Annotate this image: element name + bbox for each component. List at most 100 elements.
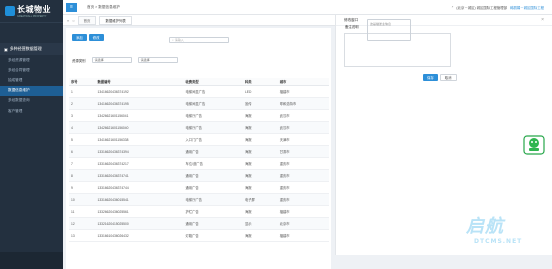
subcategory-select[interactable]: 请选择 — [137, 57, 178, 63]
col-category[interactable]: 科类 — [242, 78, 278, 86]
table-cell: 2 — [69, 97, 96, 110]
sidebar-group-header[interactable]: ▣ 多种经营数据管理 — [0, 43, 63, 55]
col-city[interactable]: 城市 — [277, 78, 329, 86]
filter-label: 资源类别 — [72, 58, 86, 63]
table-row[interactable]: 6 13316620436374394 通用广告 海报 甘肃市 — [69, 145, 329, 158]
table-cell: 重庆市 — [277, 169, 329, 182]
table-cell: 显示 — [242, 217, 278, 230]
search-input[interactable]: ⌕ 请输入 — [169, 37, 229, 43]
table-cell: 海报 — [242, 157, 278, 170]
col-fee-type[interactable]: 收费类型 — [183, 78, 243, 86]
table-cell: 甘肃市 — [277, 145, 329, 158]
table-cell: 3 — [69, 109, 96, 122]
table-cell: 1 — [69, 85, 96, 98]
table-cell: 电梯间显广告 — [183, 85, 243, 98]
tab-data-list[interactable]: 数据维护列表 — [99, 15, 132, 25]
tab-bar: « ○ 首页 数据维护列表 — [63, 15, 337, 26]
table-cell: 13316620436374394 — [95, 145, 184, 158]
table-cell: 北京市 — [277, 217, 329, 230]
table-cell: 10 — [69, 193, 96, 206]
table-row[interactable]: 5 13416621601156338 入口门广告 海报 天津市 — [69, 133, 329, 146]
brand-sub: GREATWALL PROPERTY — [17, 15, 47, 18]
watermark: 启航 DTCMS.NET — [466, 212, 522, 245]
table-cell: 电梯厅广告 — [183, 121, 243, 134]
table-row[interactable]: 7 13316620436374217 车位/道广告 海报 重庆市 — [69, 157, 329, 170]
table-cell: 13316620436374741 — [95, 169, 184, 182]
search-icon: ⌕ — [172, 38, 174, 42]
sidebar-item-data-query[interactable]: 多经数据查询 — [0, 96, 63, 106]
table-cell: 13426621601156041 — [95, 109, 184, 122]
category-select[interactable]: 请选择 — [91, 57, 132, 63]
main-content: 添加 修改 ⌕ 请输入 资源类别 请选择 请选择 序号 数据编号 收费类型 科类… — [66, 28, 331, 269]
table-cell: 海报 — [242, 121, 278, 134]
table-cell: 福建市 — [277, 85, 329, 98]
floating-helper-icon[interactable] — [522, 134, 546, 156]
table-cell: 重庆市 — [277, 181, 329, 194]
remark-textarea[interactable]: 这是描述主信息 — [367, 19, 411, 41]
table-row[interactable]: 8 13316620436374741 通用广告 海报 重庆市 — [69, 169, 329, 182]
table-row[interactable]: 4 13426621601156040 电梯厅广告 海报 武汉市 — [69, 121, 329, 134]
save-button[interactable]: 保存 — [423, 74, 438, 81]
org-name[interactable]: (北京－城区) 城区国际工程管理部 — [456, 5, 507, 10]
toolbar: 添加 修改 — [72, 34, 104, 41]
table-cell: 海报 — [242, 109, 278, 122]
close-icon[interactable]: × — [541, 17, 544, 23]
table-cell: LED — [242, 85, 278, 98]
table-cell: 5 — [69, 133, 96, 146]
menu-icon[interactable]: ≡ — [66, 2, 77, 12]
table-cell: 4 — [69, 121, 96, 134]
bell-icon[interactable]: ◔ — [451, 5, 453, 9]
tab-home[interactable]: 首页 — [77, 15, 97, 25]
table-cell: 电梯厅广告 — [183, 109, 243, 122]
table-cell: 13326620436025561 — [95, 205, 184, 218]
table-cell: 电梯间显广告 — [183, 97, 243, 110]
col-index[interactable]: 序号 — [69, 78, 96, 86]
table-row[interactable]: 11 13326620436025561 护栏广告 海报 福建市 — [69, 205, 329, 218]
table-cell: 武汉市 — [277, 109, 329, 122]
sidebar-item-resources[interactable]: 多经资源管理 — [0, 55, 63, 65]
table-row[interactable]: 10 13316620436015541 电梯厅广告 电子屏 重庆市 — [69, 193, 329, 206]
table-row[interactable]: 9 13316620436374744 通用广告 海报 重庆市 — [69, 181, 329, 194]
tab-scroll-left-icon[interactable]: « — [67, 18, 69, 23]
table-cell: 福建市 — [277, 229, 329, 242]
watermark-url: DTCMS.NET — [474, 238, 523, 245]
table-cell: 海报 — [242, 205, 278, 218]
sidebar-item-data-maintenance[interactable]: 数据信息维护 — [0, 85, 63, 96]
table-cell: 车位/道广告 — [183, 157, 243, 170]
brand-name: 长城物业 — [17, 5, 51, 14]
table-row[interactable]: 1 13416620436374192 电梯间显广告 LED 福建市 — [69, 85, 329, 98]
table-cell: 13 — [69, 229, 96, 242]
sidebar: 长城物业 GREATWALL PROPERTY ▣ 多种经营数据管理 多经资源管… — [0, 0, 63, 269]
folder-icon: ▣ — [4, 46, 8, 52]
table-cell: 电子屏 — [242, 193, 278, 206]
add-button[interactable]: 添加 — [72, 34, 87, 41]
remark-label: 备注说明 — [345, 25, 359, 29]
table-cell: 通用广告 — [183, 217, 243, 230]
col-code[interactable]: 数据编号 — [95, 78, 184, 86]
table-cell: 福建市 — [277, 205, 329, 218]
table-cell: 7 — [69, 157, 96, 170]
refresh-icon[interactable]: ○ — [72, 18, 74, 23]
table-row[interactable]: 2 13416620436374195 电梯间显广告 宣传 呼和浩特市 — [69, 97, 329, 110]
table-cell: 8 — [69, 169, 96, 182]
edit-button[interactable]: 修改 — [88, 34, 104, 41]
table-cell: 13426621601156040 — [95, 121, 184, 134]
table-row[interactable]: 13 13316610436026432 灯箱广告 海报 福建市 — [69, 229, 329, 242]
cancel-button[interactable]: 取消 — [439, 74, 457, 81]
table-cell: 海报 — [242, 181, 278, 194]
sidebar-group: ▣ 多种经营数据管理 多经资源管理 多经合同管理 抽成管理 数据信息维护 多经数… — [0, 43, 63, 116]
table-cell: 通用广告 — [183, 169, 243, 182]
table-row[interactable]: 3 13426621601156041 电梯厅广告 海报 武汉市 — [69, 109, 329, 122]
sidebar-item-commission[interactable]: 抽成管理 — [0, 75, 63, 85]
table-cell: 海报 — [242, 145, 278, 158]
sidebar-item-customers[interactable]: 客户管理 — [0, 106, 63, 116]
user-info: ◔ (北京－城区) 城区国际工程管理部 韩丽娟－城区国际工程 — [451, 5, 544, 10]
user-name[interactable]: 韩丽娟－城区国际工程 — [510, 5, 544, 10]
table-cell: 13316620436374744 — [95, 181, 184, 194]
table-row[interactable]: 12 13321620415025500 通用广告 显示 北京市 — [69, 217, 329, 230]
table-cell: 呼和浩特市 — [277, 97, 329, 110]
sidebar-item-contracts[interactable]: 多经合同管理 — [0, 65, 63, 75]
breadcrumb: 首页 > 数据信息维护 — [87, 4, 120, 9]
table-cell: 9 — [69, 181, 96, 194]
sidebar-divider — [0, 22, 63, 23]
